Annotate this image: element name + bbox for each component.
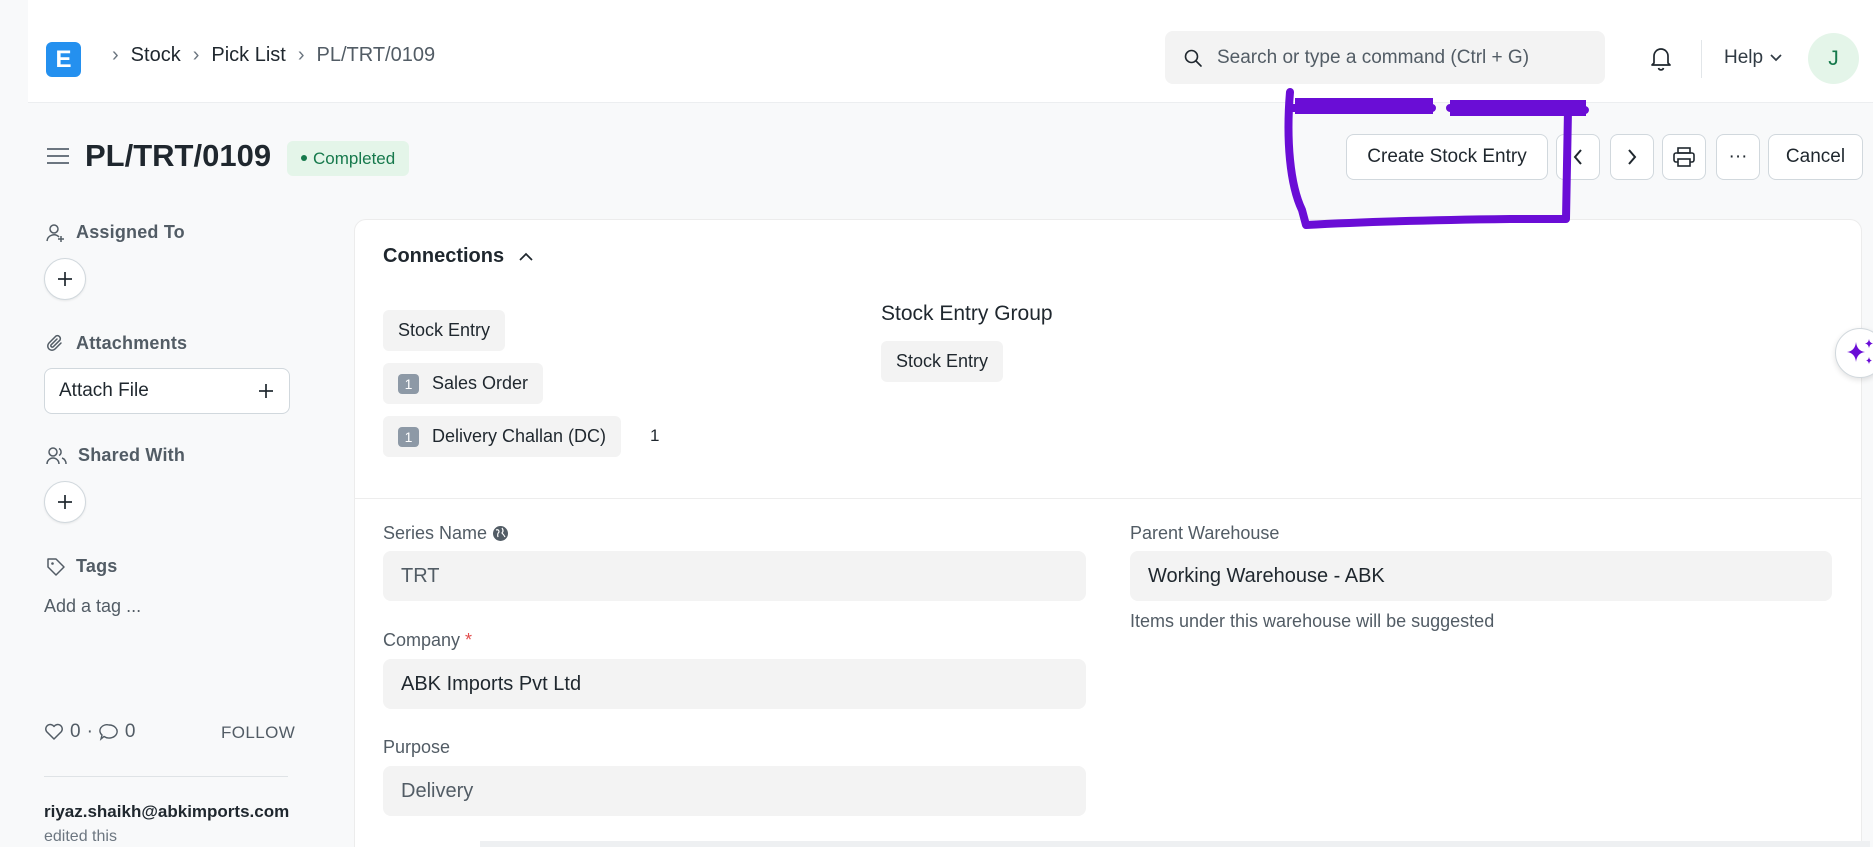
connection-stock-entry[interactable]: Stock Entry (383, 310, 506, 351)
assigned-to-heading: Assigned To (46, 222, 185, 243)
stock-entry-group-title: Stock Entry Group (881, 302, 1053, 325)
delivery-challan-total: 1 (650, 426, 660, 445)
page: E › Stock › Pick List › PL/TRT/0109 Sear… (0, 0, 1873, 847)
purpose-label-text: Purpose (383, 737, 451, 757)
next-doc-button[interactable] (1610, 134, 1654, 180)
chevron-right-icon: › (297, 44, 305, 66)
comment-icon[interactable] (99, 723, 119, 741)
plus-icon (259, 384, 273, 398)
bell-icon[interactable] (1648, 44, 1674, 72)
company-label: Company * (383, 630, 472, 651)
company-label-text: Company (383, 630, 461, 650)
breadcrumb: › Stock › Pick List › PL/TRT/0109 (100, 44, 435, 67)
shared-with-label: Shared With (78, 445, 186, 465)
search-placeholder: Search or type a command (Ctrl + G) (1217, 46, 1530, 68)
status-dot (301, 154, 307, 161)
paperclip-icon (47, 334, 62, 351)
activity-editor[interactable]: riyaz.shaikh@abkimports.com (44, 802, 289, 822)
plus-icon (58, 272, 72, 286)
connection-group-stock-entry[interactable]: Stock Entry (881, 341, 1004, 382)
series-name-label: Series Name (383, 523, 509, 544)
sparkle-icon (1847, 339, 1873, 364)
tag-icon (47, 557, 65, 576)
comment-count: 0 (124, 721, 136, 742)
assigned-to-label: Assigned To (76, 222, 185, 242)
tags-heading: Tags (46, 556, 117, 577)
more-actions-button[interactable]: ··· (1716, 134, 1760, 180)
tags-label: Tags (76, 556, 118, 576)
section-divider (354, 498, 1862, 499)
bottom-scroll-strip (480, 841, 1870, 847)
navbar-divider (1701, 40, 1702, 78)
globe-icon (493, 526, 509, 541)
add-tag-link[interactable]: Add a tag ... (44, 596, 141, 617)
add-assignee-button[interactable] (44, 258, 86, 300)
connection-label: Stock Entry (896, 351, 989, 371)
printer-icon (1673, 147, 1695, 167)
connection-sales-order[interactable]: 1 Sales Order (383, 363, 544, 404)
page-title: PL/TRT/0109 (85, 138, 272, 173)
chevron-up-icon (519, 252, 533, 261)
form-card (354, 219, 1862, 847)
help-label: Help (1724, 47, 1764, 68)
previous-doc-button[interactable] (1556, 134, 1600, 180)
plus-icon (58, 495, 72, 509)
create-stock-entry-button[interactable]: Create Stock Entry (1346, 134, 1548, 180)
search-icon (1184, 49, 1202, 67)
follow-button[interactable]: FOLLOW (221, 723, 295, 743)
connection-label: Delivery Challan (DC) (432, 426, 607, 446)
stat-separator: · (86, 721, 93, 742)
user-add-icon (46, 223, 64, 242)
chevron-down-icon (1770, 54, 1782, 62)
users-icon (46, 446, 67, 464)
connection-label: Sales Order (432, 373, 529, 393)
add-share-button[interactable] (44, 481, 86, 523)
series-name-text: Series Name (383, 523, 488, 543)
connection-delivery-challan[interactable]: 1 Delivery Challan (DC) (383, 416, 622, 457)
parent-warehouse-label-text: Parent Warehouse (1130, 523, 1280, 543)
search-input[interactable]: Search or type a command (Ctrl + G) (1165, 31, 1605, 84)
connection-count: 1 (398, 426, 419, 447)
cancel-button[interactable]: Cancel (1768, 134, 1863, 180)
app-logo[interactable]: E (46, 42, 81, 77)
connections-title: Connections (383, 245, 505, 267)
required-marker: * (465, 630, 473, 650)
chevron-right-icon (1628, 149, 1637, 165)
status-text: Completed (313, 149, 396, 168)
sidebar-toggle-icon[interactable] (46, 146, 70, 166)
parent-warehouse-hint: Items under this warehouse will be sugge… (1130, 611, 1495, 631)
connections-header[interactable]: Connections (383, 245, 534, 268)
chevron-right-icon: › (112, 44, 119, 66)
sidebar-divider (44, 776, 288, 777)
heart-icon[interactable] (44, 723, 64, 741)
connection-label: Stock Entry (398, 320, 491, 340)
status-badge: Completed (287, 141, 410, 176)
parent-warehouse-field[interactable]: Working Warehouse - ABK (1130, 551, 1832, 601)
avatar[interactable]: J (1808, 33, 1859, 84)
breadcrumb-stock[interactable]: Stock (131, 44, 181, 67)
attach-file-button[interactable]: Attach File (44, 368, 290, 414)
attachments-label: Attachments (76, 333, 188, 353)
shared-with-heading: Shared With (46, 445, 185, 466)
chevron-left-icon (1573, 149, 1582, 165)
purpose-label: Purpose (383, 737, 450, 758)
activity-action: edited this (44, 828, 117, 845)
attachments-heading: Attachments (46, 333, 187, 354)
attach-file-label: Attach File (59, 380, 149, 401)
breadcrumb-current[interactable]: PL/TRT/0109 (317, 44, 436, 67)
connection-count: 1 (398, 373, 419, 394)
print-button[interactable] (1662, 134, 1706, 180)
purpose-field[interactable]: Delivery (383, 766, 1086, 816)
help-dropdown[interactable]: Help (1724, 47, 1783, 69)
chevron-right-icon: › (192, 44, 200, 66)
breadcrumb-pick-list[interactable]: Pick List (211, 44, 285, 67)
parent-warehouse-label: Parent Warehouse (1130, 523, 1279, 544)
company-field[interactable]: ABK Imports Pvt Ltd (383, 659, 1086, 709)
like-count: 0 (70, 721, 81, 742)
series-name-field[interactable]: TRT (383, 551, 1086, 601)
likes-comments: 0 · 0 (44, 721, 135, 743)
